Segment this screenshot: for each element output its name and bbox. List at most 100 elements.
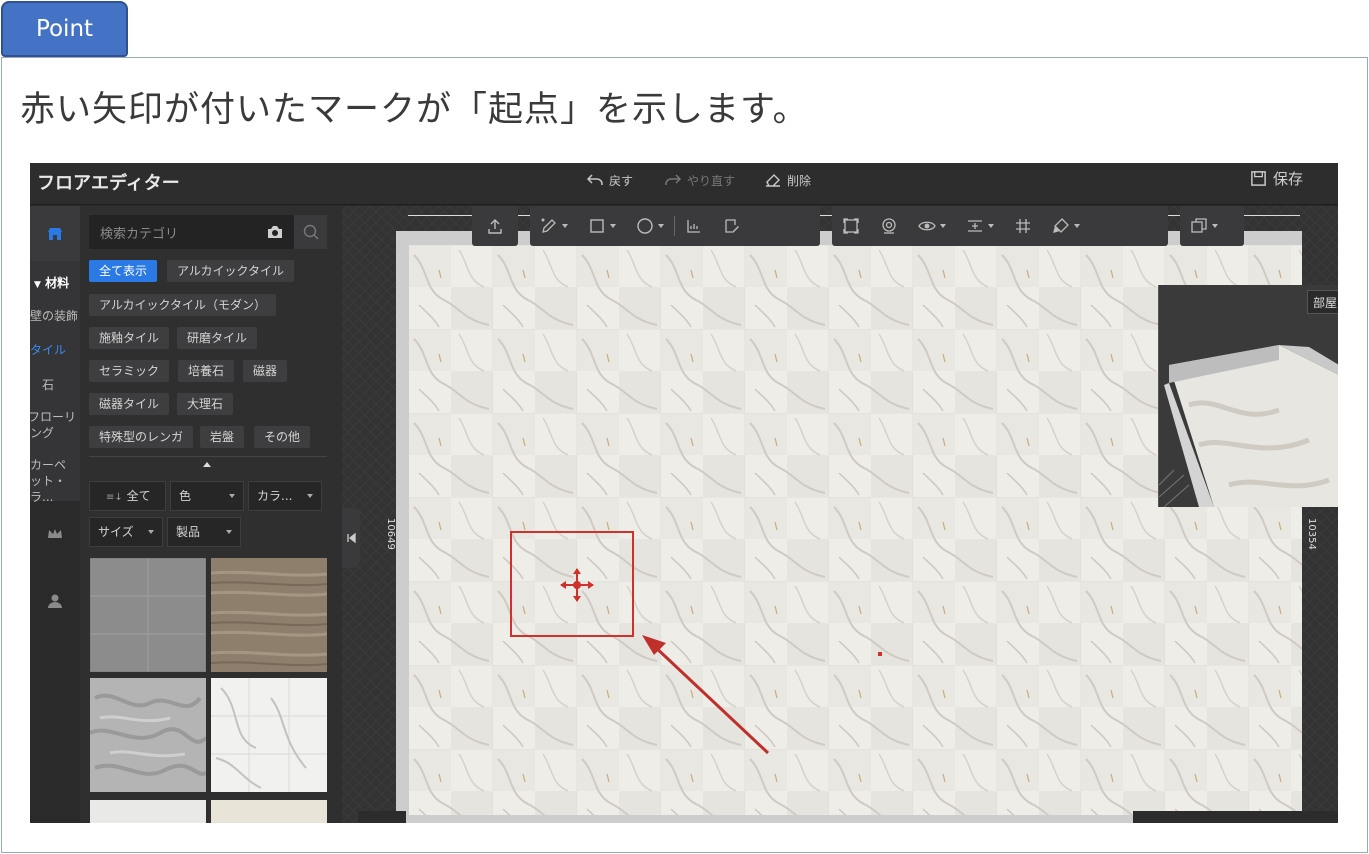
filter-collar[interactable]: カラ... [248, 481, 322, 511]
chip-marble[interactable]: 大理石 [177, 393, 234, 415]
circle-icon [637, 218, 653, 234]
chip-archaic-tile[interactable]: アルカイックタイル [167, 260, 295, 282]
upload-tool[interactable] [476, 206, 514, 246]
toolgroup-import [472, 206, 518, 246]
bottom-bar-left [358, 811, 406, 823]
filter-size[interactable]: サイズ [89, 517, 163, 547]
chip-bedrock[interactable]: 岩盤 [200, 426, 245, 448]
material-thumb-partial[interactable] [211, 800, 327, 823]
chip-polished-tile[interactable]: 研磨タイル [177, 327, 258, 349]
square-icon [590, 219, 604, 233]
subnav-item-materials[interactable]: ▼ 材料 [30, 275, 80, 293]
toolgroup-layers [1180, 206, 1244, 246]
eraser-icon [766, 174, 780, 187]
material-thumb-grey-tile[interactable] [90, 558, 206, 672]
redo-icon [665, 174, 682, 185]
search-box[interactable]: 検索カテゴリ [89, 215, 294, 249]
filter-product[interactable]: 製品 [167, 517, 241, 547]
grid-icon [1016, 219, 1030, 233]
3d-room-render [1159, 285, 1338, 507]
camera-icon[interactable] [266, 223, 284, 241]
chip-other[interactable]: その他 [254, 426, 311, 448]
panel-divider [89, 456, 327, 457]
material-panel: 検索カテゴリ 全て表示 アルカイックタイル アルカイックタイル（モダン） 施釉タ… [80, 206, 382, 823]
subnav-item-carpet[interactable]: カーペット・ラ... [30, 457, 76, 505]
eye-icon [918, 221, 936, 231]
chevron-down-icon [229, 494, 235, 498]
fit-view-tool[interactable] [832, 206, 870, 246]
rail-store-button[interactable] [40, 219, 70, 249]
paint-tool[interactable] [1042, 206, 1090, 246]
material-thumb-partial[interactable] [90, 800, 206, 823]
page-heading: 赤い矢印が付いたマークが「起点」を示します。 [20, 90, 809, 130]
collapse-up-icon[interactable] [203, 462, 211, 467]
store-icon [48, 228, 62, 240]
chip-special-brick[interactable]: 特殊型のレンガ [89, 426, 194, 448]
dimension-left: 10649 [385, 518, 396, 550]
chip-porcelain-tile[interactable]: 磁器タイル [89, 393, 170, 415]
material-thumb-marble[interactable] [211, 678, 327, 792]
chevron-down-icon [148, 530, 154, 534]
circle-tool[interactable] [626, 206, 674, 246]
draw-wall-tool[interactable] [530, 206, 578, 246]
save-button[interactable]: 保存 [1250, 168, 1303, 189]
subnav-item-stone[interactable]: 石 [30, 377, 80, 393]
point-tab: Point [1, 1, 128, 57]
delete-button[interactable]: 削除 [764, 171, 811, 189]
pen-icon [541, 218, 556, 233]
subnav-item-wall-decor[interactable]: 壁の装飾 [30, 308, 80, 324]
chip-glazed-tile[interactable]: 施釉タイル [89, 327, 170, 349]
filter-all[interactable]: ≡↓ 全て [89, 481, 166, 511]
room-tag[interactable]: 部屋 [1307, 290, 1338, 314]
save-icon [1251, 171, 1266, 186]
collapse-left-icon [347, 532, 356, 544]
align-icon [968, 220, 982, 232]
rail-premium-button[interactable] [40, 519, 70, 549]
user-icon [48, 594, 62, 608]
crown-icon [48, 529, 62, 538]
chevron-down-icon [610, 224, 616, 228]
chevron-down-icon [226, 530, 232, 534]
redo-button[interactable]: やり直す [664, 171, 735, 189]
app-title: フロアエディター [37, 173, 180, 194]
measure-tool[interactable] [675, 206, 713, 246]
material-thumb-stone[interactable] [90, 678, 206, 792]
chip-porcelain[interactable]: 磁器 [243, 360, 288, 382]
chevron-down-icon [1074, 224, 1080, 228]
toolgroup-view [832, 206, 1168, 246]
rail-user-button[interactable] [40, 586, 70, 616]
search-input[interactable]: 検索カテゴリ [100, 223, 178, 242]
dimension-right: 10354 [1306, 518, 1317, 550]
search-button[interactable] [294, 215, 327, 249]
ruler-icon [687, 220, 700, 233]
layers-tool[interactable] [1180, 206, 1228, 246]
subnav-item-flooring[interactable]: フローリング [30, 409, 76, 441]
align-tool[interactable] [956, 206, 1004, 246]
material-thumb-wood[interactable] [211, 558, 327, 672]
chip-cultured-stone[interactable]: 培養石 [178, 360, 235, 382]
chip-archaic-tile-modern[interactable]: アルカイックタイル（モダン） [89, 294, 277, 316]
grid-tool[interactable] [1004, 206, 1042, 246]
filter-color[interactable]: 色 [170, 481, 244, 511]
chip-show-all[interactable]: 全て表示 [89, 260, 158, 282]
3d-preview[interactable] [1158, 285, 1338, 507]
app-topbar: フロアエディター 戻す やり直す 削除 保存 [30, 163, 1338, 205]
copy-icon [1191, 218, 1207, 233]
panel-collapse-handle[interactable] [342, 508, 360, 568]
undo-icon [586, 174, 603, 185]
undo-button[interactable]: 戻す [586, 171, 633, 189]
chevron-down-icon [1212, 224, 1218, 228]
edit-icon [725, 219, 739, 233]
toolgroup-draw [530, 206, 820, 246]
subnav-item-tile[interactable]: タイル [30, 342, 80, 358]
red-marker [878, 652, 882, 656]
chip-ceramic[interactable]: セラミック [89, 360, 170, 382]
edit-tool[interactable] [713, 206, 751, 246]
chevron-down-icon [940, 224, 946, 228]
rectangle-tool[interactable] [578, 206, 626, 246]
search-icon [303, 224, 318, 240]
visibility-tool[interactable] [908, 206, 956, 246]
target-tool[interactable] [870, 206, 908, 246]
origin-marker-icon[interactable] [557, 565, 597, 605]
upload-icon [488, 219, 502, 234]
